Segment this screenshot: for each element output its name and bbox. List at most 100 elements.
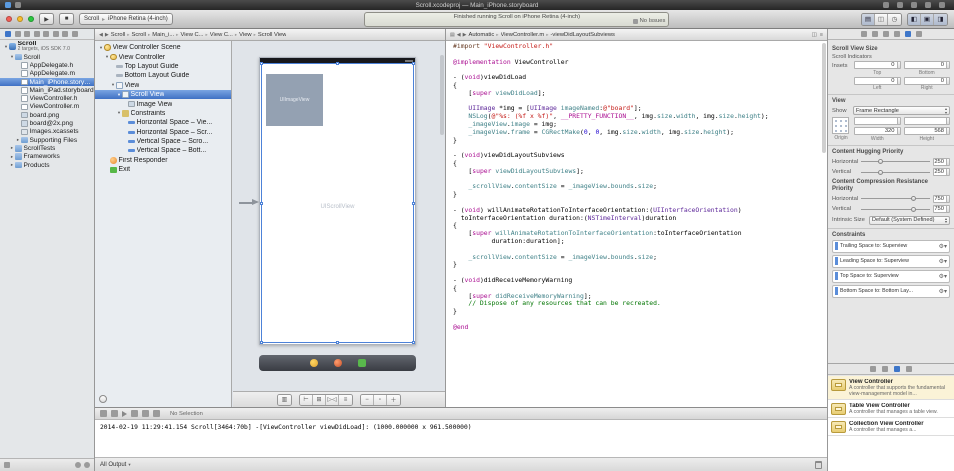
constraint-row[interactable]: Bottom Space to: Bottom Lay...⚙▾ [832,285,950,298]
nav-item[interactable]: AppDelegate.h [0,61,94,69]
zoom-in-button[interactable]: ＋ [387,395,400,405]
library-item[interactable]: View ControllerA controller that support… [828,376,954,400]
hide-document-outline-button[interactable] [99,395,107,403]
resize-handle[interactable] [260,62,263,65]
jumpbar-item[interactable]: Automatic [468,32,494,38]
outline-item[interactable]: Top Layout Guide [95,62,231,71]
attributes-inspector-tab[interactable] [894,31,900,37]
scm-status-filter-icon[interactable] [84,462,90,468]
nav-item[interactable]: ▸Frameworks [0,153,94,161]
resize-handle[interactable] [260,341,263,344]
hug-vertical-slider[interactable] [861,169,930,176]
add-icon[interactable] [4,462,10,468]
project-row[interactable]: ▾ Scroll 2 targets, iOS SDK 7.0 [0,40,94,53]
outline-item[interactable]: Horizontal Space – Scr... [95,128,231,137]
counterpart-icon[interactable]: ◫ [812,32,817,38]
nav-item[interactable]: ▸Products [0,161,94,169]
resize-handle[interactable] [336,341,339,344]
editor-menu-icon[interactable]: ≡ [820,32,823,38]
recent-files-filter-icon[interactable] [75,462,81,468]
status-icon[interactable] [911,2,917,8]
storyboard-canvas[interactable]: UIImageView UIScrollView ▥ ⊢ ⊞ ▷◁ ≡ − ▫ … [233,41,445,407]
width-field[interactable]: 320 [854,127,901,135]
hug-horizontal-field[interactable]: 250 [933,158,950,166]
zoom-reset-button[interactable]: ▫ [374,395,387,405]
status-icon[interactable] [925,2,931,8]
code-lines[interactable]: #import "ViewController.h" @implementati… [446,42,822,407]
constraint-row[interactable]: Trailing Space to: Superview⚙▾ [832,240,950,253]
jumpbar-item[interactable]: Scroll [131,32,146,38]
clear-console-icon[interactable] [815,461,822,469]
stepper[interactable] [897,62,900,68]
search-navigator-tab[interactable] [24,31,30,37]
standard-editor-button[interactable]: ▤ [862,14,875,25]
breakpoints-toggle-button[interactable] [111,410,118,417]
resize-handle[interactable] [412,62,415,65]
view-controller-scene[interactable]: UIImageView UIScrollView [259,57,416,345]
inset-left-field[interactable]: 0 [854,77,901,85]
nav-item[interactable]: Main_iPad.storyboard [0,86,94,94]
object-library-tab[interactable] [894,366,900,372]
step-over-button[interactable] [131,410,138,417]
status-icon[interactable] [883,2,889,8]
step-out-button[interactable] [153,410,160,417]
constraint-row[interactable]: Top Space to: Superview⚙▾ [832,270,950,283]
file-template-library-tab[interactable] [870,366,876,372]
outline-item[interactable]: ▾Constraints [95,109,231,118]
stepper[interactable] [897,118,900,124]
gear-icon[interactable]: ⚙▾ [939,273,947,280]
image-view[interactable]: UIImageView [266,74,323,126]
stepper[interactable] [946,118,949,124]
show-dropdown[interactable]: Frame Rectangle ▴▾ [853,106,950,115]
jumpbar-item[interactable]: View C... [180,32,203,38]
scheme-selector[interactable]: Scroll ▸ iPhone Retina (4-inch) [79,13,173,25]
related-items-icon[interactable]: ▤ [450,32,455,38]
jumpbar-item[interactable]: View C... [210,32,233,38]
nav-item[interactable]: ViewController.h [0,94,94,102]
exit-dock-icon[interactable] [358,359,366,367]
stepper[interactable] [946,206,949,212]
symbol-navigator-tab[interactable] [15,31,21,37]
outline-item[interactable]: Exit [95,165,231,174]
resize-handle[interactable] [412,341,415,344]
outline-item[interactable]: Image View [95,99,231,108]
back-icon[interactable]: ◀ [457,32,461,38]
hug-horizontal-slider[interactable] [861,158,930,165]
stepper[interactable] [897,128,900,134]
resistance-vertical-field[interactable]: 750 [933,205,950,213]
intrinsic-size-dropdown[interactable]: Default (System Defined) ▴▾ [869,216,950,225]
outline-item[interactable]: ▾Scroll View [95,90,231,99]
toggle-debug-area-button[interactable]: ▣ [921,14,934,25]
quick-help-tab[interactable] [872,31,878,37]
stop-button[interactable]: ■ [59,13,74,25]
nav-item[interactable]: Main_iPhone.storyboard [0,78,94,86]
close-window-button[interactable] [6,16,12,22]
inset-bottom-field[interactable]: 0 [904,61,951,69]
inset-top-field[interactable]: 0 [854,61,901,69]
step-into-button[interactable] [142,410,149,417]
stepper[interactable] [946,78,949,84]
x-field[interactable] [854,117,901,125]
output-filter-selector[interactable]: All Output [100,462,126,468]
resistance-horizontal-slider[interactable] [861,195,930,202]
inset-right-field[interactable]: 0 [904,77,951,85]
resistance-horizontal-field[interactable]: 750 [933,195,950,203]
nav-item[interactable]: Images.xcassets [0,128,94,136]
breakpoint-navigator-tab[interactable] [62,31,68,37]
jumpbar-item[interactable]: Main_i... [152,32,174,38]
y-field[interactable] [904,117,951,125]
view-controller-dock-icon[interactable] [310,359,318,367]
scroll-view-selection[interactable]: UIImageView UIScrollView [261,63,414,343]
code-snippet-library-tab[interactable] [882,366,888,372]
nav-item[interactable]: AppDelegate.m [0,70,94,78]
height-field[interactable]: 568 [904,127,951,135]
outline-item[interactable]: Horizontal Space – Vie... [95,118,231,127]
status-icon[interactable] [897,2,903,8]
hide-debug-area-button[interactable] [100,410,107,417]
jumpbar-item[interactable]: ViewController.m [501,32,545,38]
identity-inspector-tab[interactable] [883,31,889,37]
nav-item[interactable]: board@2x.png [0,119,94,127]
first-responder-dock-icon[interactable] [334,359,342,367]
back-icon[interactable]: ◀ [99,32,103,38]
jumpbar-item[interactable]: View [239,32,251,38]
